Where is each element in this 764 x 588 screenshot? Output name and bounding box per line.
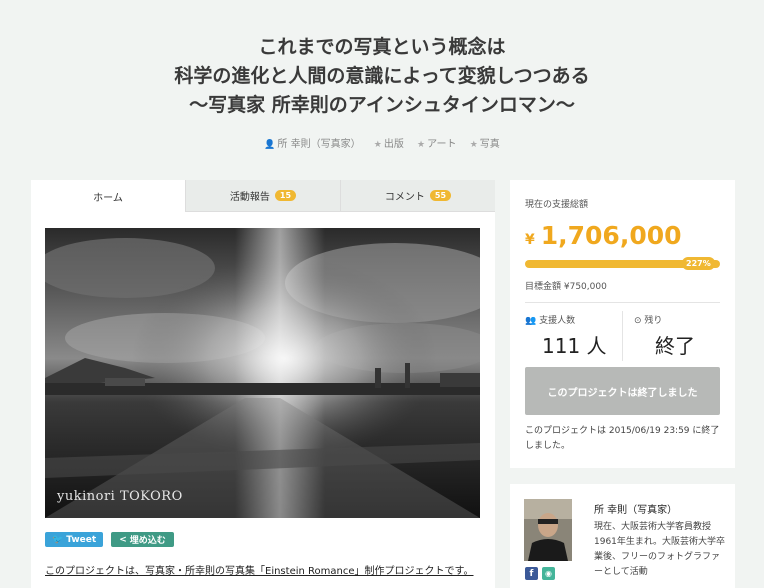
twitter-icon: 🐦 <box>52 534 64 545</box>
title-line-3: 〜写真家 所幸則のアインシュタインロマン〜 <box>189 94 575 116</box>
tab-bar: ホーム 活動報告 15 コメント 55 <box>31 180 495 212</box>
divider <box>622 311 623 361</box>
remaining-label-text: 残り <box>644 316 663 326</box>
project-intro: このプロジェクトは、写真家・所幸則の写真集「Einstein Romance」制… <box>45 566 474 577</box>
share-buttons: 🐦 Tweet < 埋め込む <box>45 532 174 547</box>
currency-symbol: ¥ <box>525 232 535 248</box>
tag-label: アート <box>427 139 457 150</box>
count-badge: 15 <box>274 190 297 201</box>
project-hero-image[interactable]: yukinori TOKORO <box>45 228 480 518</box>
embed-button[interactable]: < 埋め込む <box>111 532 174 547</box>
project-title: これまでの写真という概念は 科学の進化と人間の意識によって変貌しつつある 〜写真… <box>0 33 764 120</box>
star-icon: ★ <box>469 140 478 150</box>
project-meta: 👤 所 幸則（写真家） ★ 出版 ★ アート ★ 写真 <box>0 135 764 150</box>
supporters-label: 👥 支援人数 <box>525 313 575 326</box>
tag-publishing[interactable]: ★ 出版 <box>374 139 404 150</box>
goal-amount: 目標金額 ¥750,000 <box>525 282 607 292</box>
profile-card: 所 幸則（写真家） 現在、大阪芸術大学客員教授1961年生まれ。大阪芸術大学卒業… <box>510 484 735 588</box>
funding-label: 現在の支援総額 <box>525 200 589 210</box>
remaining-value: 終了 <box>655 334 695 358</box>
progress-percent: 227% <box>682 257 715 270</box>
clock-icon: ⊙ <box>634 316 642 326</box>
facebook-icon[interactable]: f <box>525 567 538 580</box>
divider <box>525 302 720 303</box>
profile-bio: 現在、大阪芸術大学客員教授1961年生まれ。大阪芸術大学卒業後、フリーのフォトグ… <box>594 522 725 577</box>
tab-label: コメント <box>384 192 425 203</box>
photo-signature: yukinori TOKORO <box>57 489 183 504</box>
star-icon: ★ <box>417 140 426 150</box>
funding-amount: ¥1,706,000 <box>525 221 682 250</box>
tag-art[interactable]: ★ アート <box>417 139 456 150</box>
profile-links: f ◉ <box>525 567 555 580</box>
avatar[interactable] <box>524 499 572 561</box>
supporters-count: 111 人 <box>542 334 607 358</box>
tweet-button[interactable]: 🐦 Tweet <box>45 532 104 547</box>
profile-name[interactable]: 所 幸則（写真家） <box>594 501 677 516</box>
users-icon: 👥 <box>525 316 537 326</box>
tag-label: 出版 <box>383 139 404 150</box>
star-icon: ★ <box>373 140 382 150</box>
tab-comments[interactable]: コメント 55 <box>340 180 495 212</box>
supporters-label-text: 支援人数 <box>539 316 576 326</box>
tag-label: 写真 <box>479 139 500 150</box>
title-line-1: これまでの写真という概念は <box>258 36 506 58</box>
tweet-label: Tweet <box>66 534 97 545</box>
author-link[interactable]: 👤 所 幸則（写真家） <box>264 139 360 150</box>
tag-photo[interactable]: ★ 写真 <box>470 139 500 150</box>
website-icon[interactable]: ◉ <box>542 567 555 580</box>
title-line-2: 科学の進化と人間の意識によって変貌しつつある <box>174 65 590 87</box>
project-finished-button[interactable]: このプロジェクトは終了しました <box>525 367 720 415</box>
author-name: 所 幸則（写真家） <box>277 139 361 150</box>
user-icon: 👤 <box>264 140 276 150</box>
main-panel: ホーム 活動報告 15 コメント 55 yukinori TOKORO 🐦 Tw… <box>31 180 495 588</box>
avatar-photo <box>524 499 572 561</box>
count-badge: 55 <box>429 190 452 201</box>
funding-panel: 現在の支援総額 ¥1,706,000 227% 目標金額 ¥750,000 👥 … <box>510 180 735 468</box>
end-note: このプロジェクトは 2015/06/19 23:59 に終了しました。 <box>525 426 720 451</box>
tab-label: 活動報告 <box>229 192 270 203</box>
embed-label: 埋め込む <box>129 536 166 546</box>
tab-home[interactable]: ホーム <box>31 180 185 212</box>
hero-photo <box>45 228 480 518</box>
tab-activity-reports[interactable]: 活動報告 15 <box>185 180 340 212</box>
share-icon: < <box>119 534 127 545</box>
amount-value: 1,706,000 <box>540 221 682 250</box>
tab-label: ホーム <box>93 192 123 204</box>
remaining-label: ⊙ 残り <box>634 313 662 326</box>
